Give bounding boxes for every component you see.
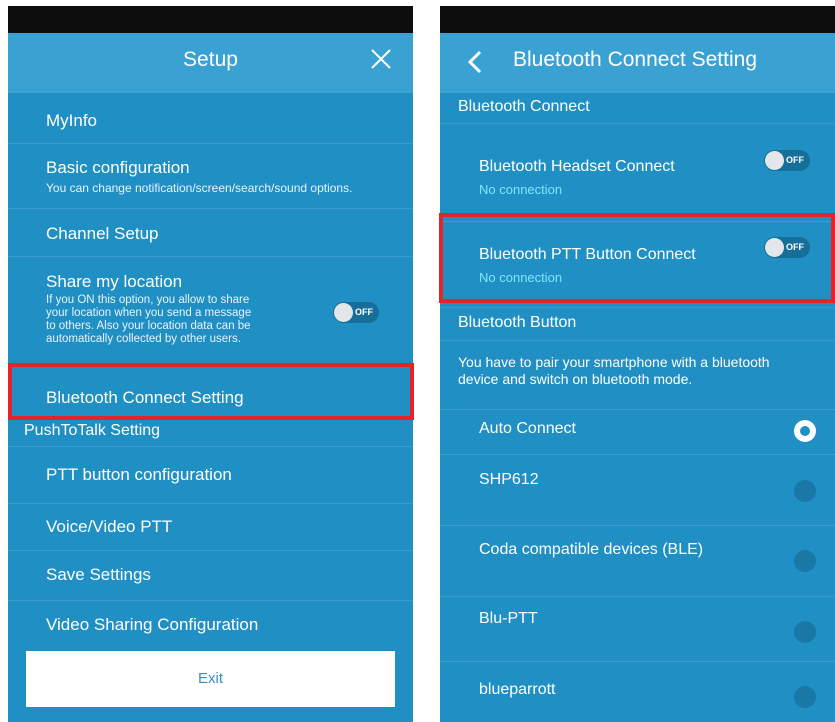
title-bar: Bluetooth Connect Setting (440, 33, 835, 93)
device-option-label: Blu-PTT (479, 610, 538, 627)
device-option-label: Coda compatible devices (BLE) (479, 541, 704, 558)
bluetooth-headset-label: Bluetooth Headset Connect (479, 158, 675, 175)
toggle-state-text: OFF (355, 307, 373, 317)
toggle-knob (334, 303, 353, 322)
device-option-label: Auto Connect (479, 420, 576, 437)
device-option-auto-connect[interactable]: Auto Connect (440, 409, 835, 455)
menu-item-label: Channel Setup (46, 224, 159, 243)
device-option-blu-ptt[interactable]: Blu-PTT (440, 597, 835, 662)
bluetooth-connect-setting-screen: Bluetooth Connect Setting Bluetooth Conn… (440, 6, 835, 722)
menu-item-label: MyInfo (46, 111, 98, 130)
device-option-blueparrott[interactable]: blueparrott (440, 662, 835, 722)
menu-item-description: You can change notification/screen/searc… (46, 181, 353, 195)
toggle-knob (765, 151, 784, 170)
title-bar: Setup (8, 33, 413, 93)
radio-unselected-icon[interactable] (794, 480, 816, 502)
menu-item-label: Basic configuration (46, 158, 190, 177)
section-header-pushtotalk: PushToTalk Setting (24, 422, 161, 439)
bluetooth-headset-toggle[interactable]: OFF (764, 150, 810, 171)
menu-item-video-sharing-configuration[interactable]: Video Sharing Configuration (8, 601, 413, 646)
menu-item-label: Video Sharing Configuration (46, 615, 259, 634)
bluetooth-headset-connect-row[interactable]: Bluetooth Headset Connect No connection … (440, 123, 835, 222)
menu-item-share-location[interactable]: Share my location If you ON this option,… (8, 257, 413, 367)
section-header-bluetooth-button: Bluetooth Button (458, 314, 577, 331)
menu-item-label: Share my location (46, 272, 183, 291)
bluetooth-info-line2: device and switch on bluetooth mode. (458, 371, 693, 387)
share-location-desc-line4: automatically collected by other users. (46, 333, 241, 345)
menu-item-ptt-button-configuration[interactable]: PTT button configuration (8, 446, 413, 504)
share-location-desc-line2: your location when you send a message (46, 307, 252, 319)
radio-selected-icon[interactable] (794, 420, 816, 442)
highlight-box-bluetooth-connect-setting (8, 363, 414, 420)
menu-item-save-settings[interactable]: Save Settings (8, 551, 413, 601)
back-arrow-icon[interactable] (466, 50, 484, 74)
device-option-label: SHP612 (479, 471, 539, 488)
share-location-desc-line3: to others. Also your location data can b… (46, 320, 251, 332)
device-option-coda-ble[interactable]: Coda compatible devices (BLE) (440, 526, 835, 597)
toggle-state-text: OFF (786, 155, 804, 165)
status-bar (440, 6, 835, 33)
menu-item-label: PTT button configuration (46, 465, 232, 484)
section-header-bluetooth-connect: Bluetooth Connect (458, 98, 590, 115)
share-location-toggle[interactable]: OFF (333, 302, 379, 323)
menu-item-basic-configuration[interactable]: Basic configuration You can change notif… (8, 144, 413, 209)
device-option-label: blueparrott (479, 681, 556, 698)
device-option-shp612[interactable]: SHP612 (440, 455, 835, 526)
status-bar (8, 6, 413, 33)
bluetooth-info-row: You have to pair your smartphone with a … (440, 340, 835, 410)
menu-item-channel-setup[interactable]: Channel Setup (8, 209, 413, 257)
menu-item-voice-video-ptt[interactable]: Voice/Video PTT (8, 503, 413, 551)
bluetooth-info-line1: You have to pair your smartphone with a … (458, 354, 770, 370)
page-title: Setup (183, 48, 238, 71)
highlight-box-bluetooth-ptt-button (439, 213, 835, 303)
radio-unselected-icon[interactable] (794, 686, 816, 708)
close-icon[interactable] (369, 47, 393, 71)
radio-unselected-icon[interactable] (794, 621, 816, 643)
bluetooth-headset-status: No connection (479, 182, 563, 197)
radio-unselected-icon[interactable] (794, 550, 816, 572)
exit-button[interactable]: Exit (26, 651, 395, 707)
page-title: Bluetooth Connect Setting (513, 48, 758, 71)
menu-item-myinfo[interactable]: MyInfo (8, 93, 413, 144)
menu-item-label: Voice/Video PTT (46, 517, 173, 536)
share-location-desc-line1: If you ON this option, you allow to shar… (46, 294, 250, 306)
menu-item-label: Save Settings (46, 565, 151, 584)
